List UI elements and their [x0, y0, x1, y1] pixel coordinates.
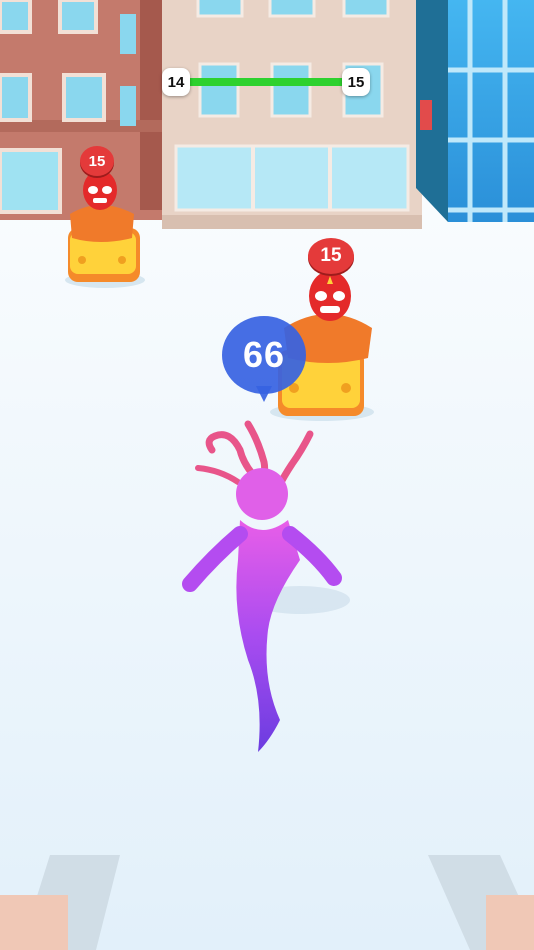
glass-building: [416, 0, 534, 222]
current-level-badge: 14: [162, 68, 190, 96]
enemy-power-badge-1: 15: [80, 146, 114, 176]
next-level-badge: 15: [342, 68, 370, 96]
game-scene: [0, 0, 534, 950]
enemy-power-badge-2: 15: [308, 238, 354, 274]
enemy-power-value-2: 15: [320, 245, 342, 266]
level-progress-bar: 14 15: [160, 66, 372, 98]
enemy-power-value-1: 15: [88, 152, 106, 170]
level-progress-fill: [178, 78, 354, 86]
player-power-bubble: 66: [222, 316, 306, 402]
level-progress-track: [178, 78, 354, 86]
player-power-value: 66: [242, 334, 286, 375]
beige-building: [162, 0, 422, 229]
